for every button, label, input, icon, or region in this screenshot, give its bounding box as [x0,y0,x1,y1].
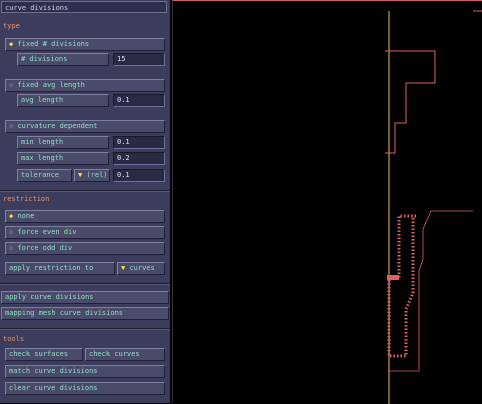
section-divider [0,190,170,192]
apply-restriction-value: curves [129,264,155,272]
curve-canvas [385,10,482,404]
curve-divisions-panel: curve divisions type ◆ fixed # divisions… [0,0,170,403]
curvature-dependent-radio[interactable]: ◇ curvature dependent [5,120,165,133]
avg-length-input[interactable]: 0.1 [113,94,165,107]
force-even-radio[interactable]: ◇ force even div [5,226,165,239]
avg-length-label: avg length [17,94,109,107]
check-surfaces-button[interactable]: check surfaces [5,348,83,361]
profile-curve-upper [385,10,482,154]
tolerance-mode-dropdown[interactable]: ▼ (rel) [74,169,110,182]
curvature-dependent-label: curvature dependent [17,122,98,130]
fixed-divisions-label: fixed # divisions [17,40,90,48]
dropdown-arrow-icon: ▼ [78,171,83,179]
num-divisions-label: # divisions [17,53,109,66]
min-length-input[interactable]: 0.1 [113,136,165,149]
profile-curve-outer [388,210,473,372]
meshed-curve-corner [387,275,399,280]
restriction-none-label: none [17,212,35,220]
tolerance-label: tolerance [17,169,72,182]
radio-unselected-icon: ◇ [9,122,14,130]
radio-unselected-icon: ◇ [9,244,14,252]
dropdown-arrow-icon: ▼ [121,264,126,272]
apply-restriction-dropdown[interactable]: ▼ curves [117,262,165,275]
tools-section-label: tools [3,335,25,343]
apply-curve-divisions-button[interactable]: apply curve divisions [1,291,169,304]
section-divider [0,328,170,330]
match-curve-divisions-button[interactable]: match curve divisions [5,365,165,378]
radio-selected-icon: ◆ [9,40,14,48]
check-curves-button[interactable]: check curves [85,348,165,361]
max-length-label: max length [17,152,109,165]
num-divisions-input[interactable]: 15 [113,53,165,66]
fixed-divisions-radio[interactable]: ◆ fixed # divisions [5,38,165,51]
tolerance-input[interactable]: 0.1 [113,169,165,182]
graphics-viewport[interactable] [172,0,482,404]
restriction-none-radio[interactable]: ◆ none [5,210,165,223]
apply-restriction-label: apply restriction to [5,262,115,275]
fixed-avg-length-radio[interactable]: ◇ fixed avg length [5,79,165,92]
force-even-label: force even div [17,228,77,236]
restriction-section-label: restriction [3,195,50,203]
fixed-avg-length-label: fixed avg length [17,81,85,89]
radio-selected-icon: ◆ [9,212,14,220]
max-length-input[interactable]: 0.2 [113,152,165,165]
panel-title: curve divisions [1,1,167,13]
type-section-label: type [3,22,20,30]
section-divider [0,283,170,285]
force-odd-label: force odd div [17,244,73,252]
radio-unselected-icon: ◇ [9,228,14,236]
tolerance-mode-value: (rel) [86,171,108,179]
mapping-mesh-button[interactable]: mapping mesh curve divisions [1,307,169,320]
meshed-curve-divisions [387,214,416,358]
clear-curve-divisions-button[interactable]: clear curve divisions [5,382,165,395]
radio-unselected-icon: ◇ [9,81,14,89]
force-odd-radio[interactable]: ◇ force odd div [5,242,165,255]
min-length-label: min length [17,136,109,149]
